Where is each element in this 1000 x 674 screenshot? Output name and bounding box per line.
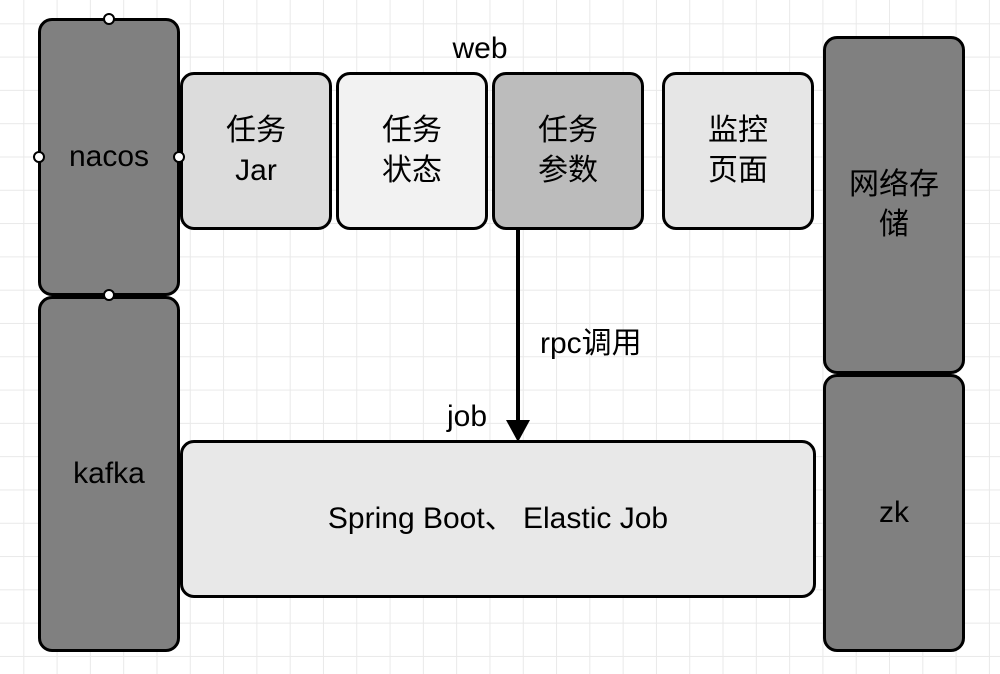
- box-network-storage: 网络存 储: [823, 36, 965, 374]
- box-zk: zk: [823, 374, 965, 652]
- handle-right[interactable]: [173, 151, 185, 163]
- box-monitor-page: 监控 页面: [662, 72, 814, 230]
- label-kafka: kafka: [73, 454, 145, 495]
- label-task-jar: 任务 Jar: [226, 111, 286, 192]
- label-web: web: [440, 32, 520, 66]
- rpc-arrow: [498, 230, 538, 440]
- handle-left[interactable]: [33, 151, 45, 163]
- label-job-box: Spring Boot、 Elastic Job: [328, 499, 668, 540]
- box-nacos[interactable]: nacos: [38, 18, 180, 296]
- label-nacos: nacos: [69, 137, 149, 178]
- box-job: Spring Boot、 Elastic Job: [180, 440, 816, 598]
- box-task-status: 任务 状态: [336, 72, 488, 230]
- handle-top[interactable]: [103, 13, 115, 25]
- label-monitor-page: 监控 页面: [708, 111, 768, 192]
- label-rpc: rpc调用: [540, 318, 680, 362]
- box-task-jar: 任务 Jar: [180, 72, 332, 230]
- label-zk: zk: [879, 493, 909, 534]
- label-network-storage: 网络存 储: [849, 165, 939, 246]
- box-task-params: 任务 参数: [492, 72, 644, 230]
- label-task-params: 任务 参数: [538, 111, 598, 192]
- label-task-status: 任务 状态: [382, 111, 442, 192]
- label-job: job: [432, 400, 502, 434]
- box-kafka: kafka: [38, 296, 180, 652]
- handle-bottom[interactable]: [103, 289, 115, 301]
